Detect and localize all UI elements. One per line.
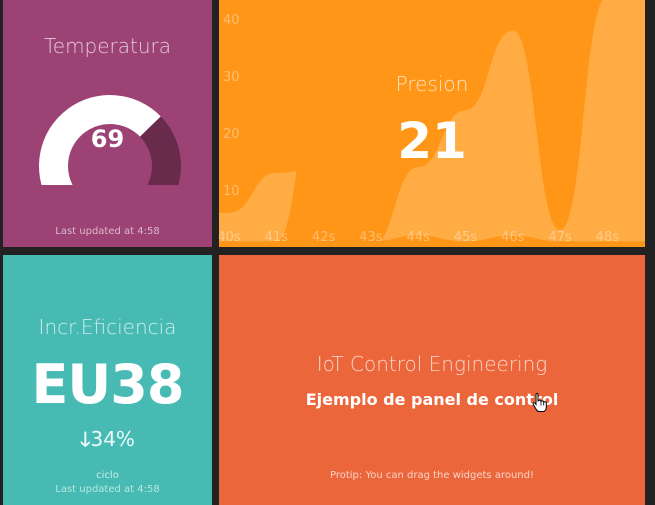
arrow-down-icon: 🡓 (80, 427, 91, 451)
x-tick-label: 47s (548, 230, 572, 245)
change-value: 34% (90, 427, 135, 451)
temperature-widget[interactable]: Temperatura 69 Last updated at 4:58 (3, 0, 212, 247)
updated-at: Last updated at 4:58 (55, 484, 160, 495)
updated-at: Last updated at 4:58 (55, 226, 160, 237)
y-tick-label: 40 (223, 13, 240, 28)
info-widget[interactable]: IoT Control Engineering Ejemplo de panel… (219, 255, 645, 505)
efficiency-value: EU38 (31, 353, 185, 416)
more-info: ciclo (96, 470, 119, 481)
x-tick-label: 41s (265, 230, 289, 245)
widget-title: IoT Control Engineering (316, 352, 548, 376)
widget-title: Incr.Eficiencia (38, 315, 177, 339)
x-tick-label: 44s (407, 230, 431, 245)
pressure-widget[interactable]: 10 20 30 40 40s 41s 42s 43s 44s 45s 46s 47s 48s Pres… (219, 0, 645, 247)
change-rate: 🡓34% (3, 425, 212, 459)
pressure-value: 21 (397, 112, 467, 170)
protip-text: Protip: You can drag the widgets around! (329, 470, 534, 481)
x-tick-label: 40s (219, 230, 241, 245)
efficiency-widget[interactable]: Incr.Eficiencia EU38 🡓34% ciclo Last upd… (3, 255, 212, 505)
y-tick-label: 10 (223, 184, 240, 199)
gauge-value: 69 (90, 125, 125, 153)
hand-pointer-icon (532, 393, 547, 412)
x-tick-label: 45s (454, 230, 478, 245)
x-tick-label: 42s (312, 230, 336, 245)
widget-title: Presion (395, 72, 469, 96)
widget-title: Temperatura (43, 34, 172, 58)
x-tick-label: 48s (596, 230, 620, 245)
widget-subtitle: Ejemplo de panel de control (305, 390, 559, 409)
x-tick-label: 46s (501, 230, 525, 245)
x-tick-label: 43s (359, 230, 383, 245)
